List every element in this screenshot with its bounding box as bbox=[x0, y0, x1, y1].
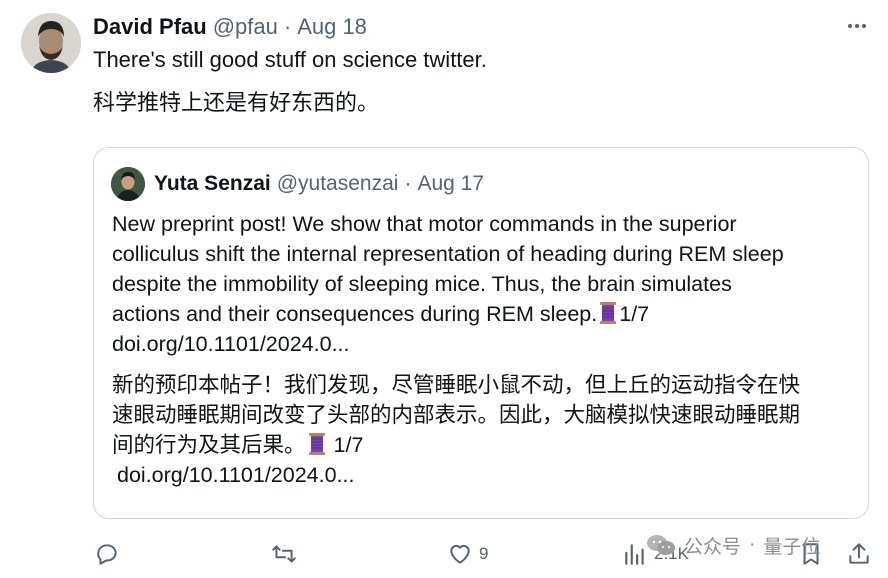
quoted-header-separator: · bbox=[404, 172, 412, 195]
tweet-header: David Pfau @pfau · Aug 18 bbox=[93, 12, 367, 42]
quoted-text-zh-line: 间的行为及其后果。 1/7 bbox=[112, 430, 363, 460]
quoted-text-line: actions and their consequences during RE… bbox=[112, 299, 649, 329]
spool-of-thread-icon bbox=[308, 433, 325, 455]
quoted-tweet-header: Yuta Senzai @yutasenzai · Aug 17 bbox=[154, 169, 484, 199]
watermark: 公众号 · 量子位 bbox=[646, 527, 820, 563]
quoted-author-handle: @yutasenzai bbox=[276, 172, 399, 195]
quoted-tweet-date: Aug 17 bbox=[417, 172, 484, 195]
quoted-link[interactable]: doi.org/10.1101/2024.0... bbox=[112, 329, 350, 359]
share-button[interactable] bbox=[846, 536, 872, 572]
like-button[interactable]: 9 bbox=[447, 536, 488, 572]
repost-icon bbox=[272, 545, 296, 563]
wechat-icon bbox=[647, 535, 675, 555]
quoted-text-zh-line: 新的预印本帖子！我们发现，尽管睡眠小鼠不动，但上丘的运动指令在快 bbox=[112, 373, 801, 397]
like-count: 9 bbox=[479, 544, 489, 563]
quoted-text-zh-line: 速眼动睡眠期间改变了头部的内部表示。因此，大脑模拟快速眼动睡眠期 bbox=[112, 403, 801, 427]
reply-icon bbox=[97, 544, 117, 565]
views-icon bbox=[625, 544, 644, 565]
quoted-text-line: New preprint post! We show that motor co… bbox=[112, 212, 737, 236]
tweet-date[interactable]: Aug 18 bbox=[297, 14, 367, 40]
reply-button[interactable] bbox=[94, 536, 120, 572]
quoted-link-zh[interactable]: doi.org/10.1101/2024.0... bbox=[117, 460, 355, 490]
quoted-author-avatar bbox=[111, 167, 145, 201]
repost-button[interactable] bbox=[271, 536, 297, 572]
quoted-text-line: colliculus shift the internal representa… bbox=[112, 242, 784, 266]
heart-icon bbox=[450, 544, 470, 564]
quoted-tweet[interactable]: Yuta Senzai @yutasenzai · Aug 17 New pre… bbox=[93, 147, 869, 519]
thread-count: 1/7 bbox=[333, 433, 364, 457]
quoted-text-line: despite the immobility of sleeping mice.… bbox=[112, 272, 732, 296]
spool-of-thread-icon bbox=[600, 302, 617, 324]
tweet-text-chinese: 科学推特上还是有好东西的。 bbox=[93, 90, 380, 115]
thread-count: 1/7 bbox=[619, 302, 650, 326]
watermark-separator: · bbox=[749, 534, 756, 555]
header-separator: · bbox=[283, 14, 292, 39]
author-avatar[interactable] bbox=[21, 13, 81, 73]
watermark-left: 公众号 bbox=[684, 536, 742, 558]
more-options-icon[interactable] bbox=[842, 16, 872, 36]
watermark-right: 量子位 bbox=[763, 536, 821, 558]
share-icon bbox=[849, 543, 869, 564]
author-handle[interactable]: @pfau bbox=[213, 14, 278, 40]
quoted-text-line-content: actions and their consequences during RE… bbox=[112, 302, 598, 326]
author-name[interactable]: David Pfau bbox=[93, 14, 207, 40]
quoted-author-name: Yuta Senzai bbox=[154, 172, 271, 195]
tweet-text-english: There's still good stuff on science twit… bbox=[93, 47, 487, 72]
quoted-text-zh-line-content: 间的行为及其后果。 bbox=[112, 433, 306, 457]
